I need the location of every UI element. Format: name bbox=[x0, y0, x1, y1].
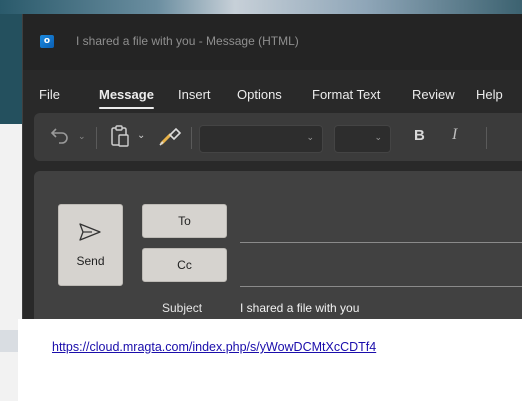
paste-dropdown-chevron-icon[interactable]: ⌄ bbox=[137, 130, 145, 141]
window-title: I shared a file with you - Message (HTML… bbox=[76, 34, 299, 48]
subject-label: Subject bbox=[162, 301, 203, 315]
font-name-dropdown[interactable]: ⌄ bbox=[199, 125, 323, 153]
title-bar: o I shared a file with you - Message (HT… bbox=[23, 14, 522, 70]
to-field-underline bbox=[240, 242, 522, 243]
desktop-background bbox=[0, 0, 522, 14]
send-button[interactable]: Send bbox=[58, 204, 123, 286]
tab-help[interactable]: Help bbox=[476, 86, 503, 104]
clipboard-paste-icon[interactable] bbox=[109, 124, 131, 153]
undo-icon[interactable] bbox=[50, 125, 70, 150]
message-body[interactable]: https://cloud.mragta.com/index.php/s/yWo… bbox=[18, 319, 522, 401]
cc-button[interactable]: Cc bbox=[142, 248, 227, 282]
send-icon bbox=[79, 223, 101, 241]
tab-message[interactable]: Message bbox=[99, 86, 154, 109]
ribbon-toolbar: ⌄ ⌄ ⌄ ⌄ B I bbox=[34, 113, 522, 161]
italic-button[interactable]: I bbox=[452, 126, 457, 144]
undo-dropdown-chevron-icon[interactable]: ⌄ bbox=[78, 131, 86, 142]
ribbon-divider bbox=[96, 127, 97, 149]
background-window-edge-dark bbox=[0, 14, 22, 124]
ribbon-tabs: File Message Insert Options Format Text … bbox=[23, 86, 522, 109]
ribbon-divider bbox=[486, 127, 487, 149]
chevron-down-icon: ⌄ bbox=[374, 132, 382, 142]
chevron-down-icon: ⌄ bbox=[306, 132, 314, 142]
tab-review[interactable]: Review bbox=[412, 86, 455, 104]
outlook-app-icon[interactable]: o bbox=[40, 35, 54, 48]
body-link[interactable]: https://cloud.mragta.com/index.php/s/yWo… bbox=[52, 340, 376, 354]
tab-insert[interactable]: Insert bbox=[178, 86, 211, 104]
tab-options[interactable]: Options bbox=[237, 86, 282, 104]
bold-button[interactable]: B bbox=[414, 127, 425, 144]
send-label: Send bbox=[76, 254, 105, 268]
format-painter-icon[interactable] bbox=[158, 125, 182, 152]
to-button[interactable]: To bbox=[142, 204, 227, 238]
tab-format-text[interactable]: Format Text bbox=[312, 86, 380, 104]
cc-field[interactable] bbox=[240, 255, 522, 285]
font-size-dropdown[interactable]: ⌄ bbox=[334, 125, 391, 153]
cc-field-underline bbox=[240, 286, 522, 287]
to-field[interactable] bbox=[240, 211, 522, 241]
ribbon-divider bbox=[191, 127, 192, 149]
subject-field[interactable]: I shared a file with you bbox=[240, 301, 359, 315]
tab-file[interactable]: File bbox=[39, 86, 60, 104]
